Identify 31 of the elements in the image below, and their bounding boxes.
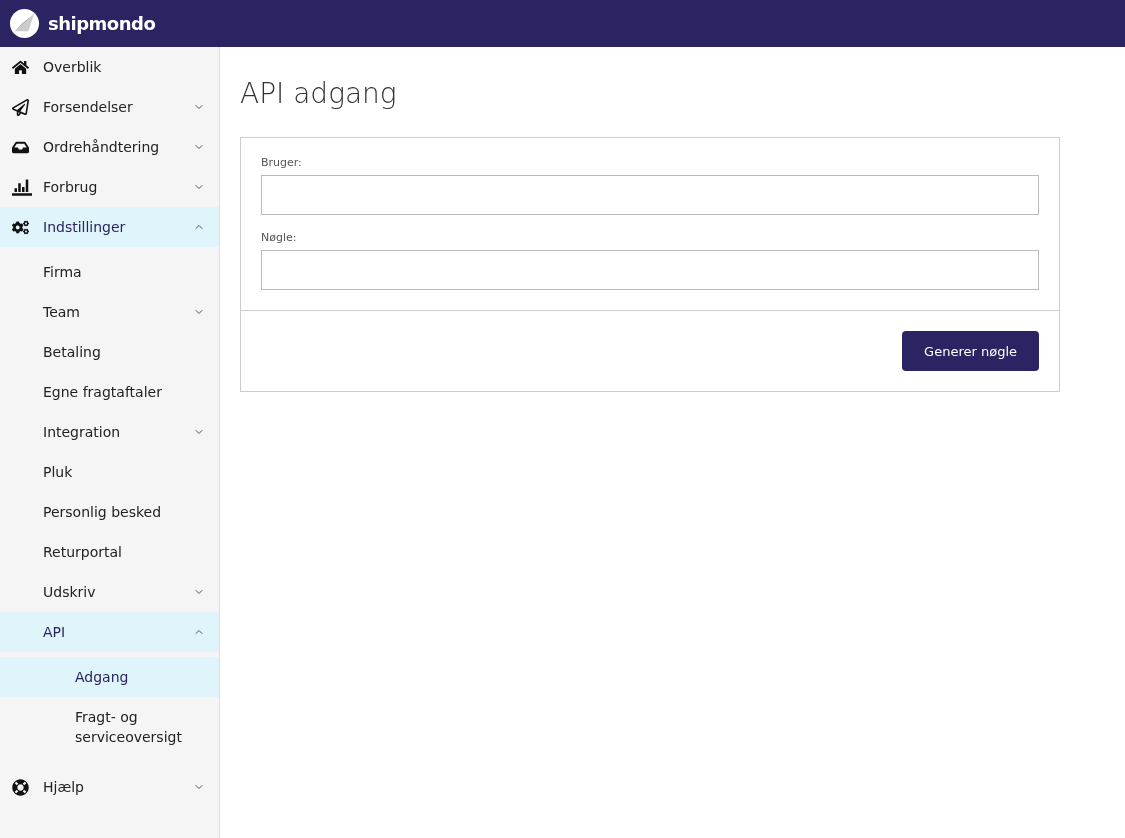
field-label: Bruger: xyxy=(261,156,303,169)
input-field[interactable] xyxy=(261,250,1039,290)
sidebar-item[interactable]: Fragt- og serviceoversigt xyxy=(0,697,219,757)
sidebar-item[interactable]: Pluk xyxy=(0,452,219,492)
lifebuoy-icon xyxy=(12,778,29,796)
sidebar-item[interactable]: Overblik xyxy=(0,47,219,87)
sidebar-item[interactable]: Integration xyxy=(0,412,219,452)
generate-key-button[interactable]: Generer nøgle xyxy=(902,331,1039,371)
input-field[interactable] xyxy=(261,175,1039,215)
sidebar-item[interactable]: Personlig besked xyxy=(0,492,219,532)
sidebar-item[interactable]: Betaling xyxy=(0,332,219,372)
field-label: Nøgle: xyxy=(261,231,298,244)
sidebar-item[interactable]: Adgang xyxy=(0,657,219,697)
sidebar-item[interactable]: Team xyxy=(0,292,219,332)
sidebar-item[interactable]: Returportal xyxy=(0,532,219,572)
sidebar-item[interactable]: Forbrug xyxy=(0,167,219,207)
bar-chart-icon xyxy=(12,177,32,197)
sidebar-item[interactable]: Firma xyxy=(0,252,219,292)
sidebar-item[interactable]: Egne fragtaftaler xyxy=(0,372,219,412)
home-icon xyxy=(12,58,29,76)
paper-plane-icon xyxy=(12,98,29,116)
brand-name: shipmondo xyxy=(48,13,156,34)
sidebar-item[interactable]: Forsendelser xyxy=(0,87,219,127)
sidebar-item[interactable]: Udskriv xyxy=(0,572,219,612)
gears-icon xyxy=(12,218,29,236)
sidebar-item[interactable]: API xyxy=(0,612,219,652)
sidebar-item[interactable]: Hjælp xyxy=(0,767,219,807)
logo-icon xyxy=(9,8,40,39)
sidebar-item[interactable]: Indstillinger xyxy=(0,207,219,247)
sidebar-item[interactable]: Ordrehåndtering xyxy=(0,127,219,167)
page-title: API adgang xyxy=(240,77,398,110)
